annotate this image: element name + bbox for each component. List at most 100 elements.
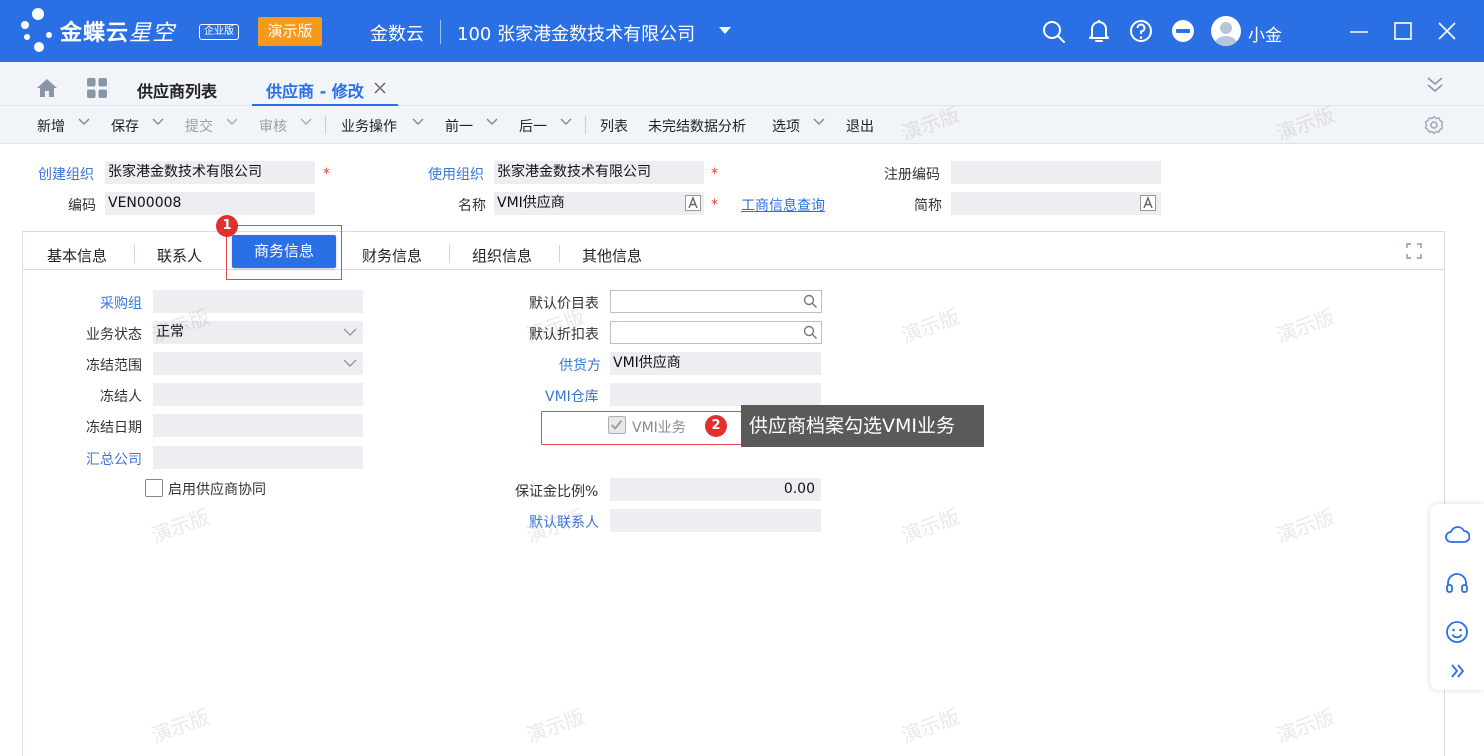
audit-button[interactable]: 审核: [259, 116, 287, 136]
step-badge-1: 1: [216, 215, 238, 237]
create-org-label: 创建组织: [38, 167, 94, 183]
tab-finance-info[interactable]: 财务信息: [362, 245, 422, 266]
options-button[interactable]: 选项: [772, 116, 800, 136]
next-button[interactable]: 后一: [519, 116, 547, 136]
enable-collab-checkbox[interactable]: [145, 479, 163, 497]
chevron-down-icon[interactable]: [226, 117, 238, 127]
supplier-field[interactable]: VMI供应商: [610, 352, 821, 375]
search-icon[interactable]: [803, 294, 818, 309]
tab-divider: [559, 245, 560, 263]
supplier-label: 供货方: [559, 358, 601, 374]
tab-other-info[interactable]: 其他信息: [582, 245, 642, 266]
more-icon[interactable]: [1170, 18, 1196, 44]
bell-icon[interactable]: [1086, 18, 1112, 44]
multilang-icon[interactable]: [1140, 195, 1156, 211]
chevron-down-icon[interactable]: [152, 117, 164, 127]
annotation-tooltip: 供应商档案勾选VMI业务: [741, 405, 984, 447]
purchase-group-label: 采购组: [100, 296, 142, 312]
chevron-down-icon[interactable]: [412, 117, 424, 127]
use-org-field[interactable]: 张家港金数技术有限公司: [494, 161, 704, 184]
business-status-label: 业务状态: [86, 327, 142, 343]
chevron-down-icon[interactable]: [560, 117, 572, 127]
summary-company-field[interactable]: [153, 446, 363, 469]
gear-icon[interactable]: [1424, 115, 1444, 135]
exit-button[interactable]: 退出: [846, 116, 874, 136]
close-window-icon[interactable]: [1434, 18, 1460, 44]
tab-basic-info[interactable]: 基本信息: [47, 245, 107, 266]
home-icon[interactable]: [36, 78, 58, 98]
apps-grid-icon[interactable]: [87, 78, 107, 98]
avatar[interactable]: [1211, 16, 1241, 46]
reg-code-label: 注册编码: [884, 167, 940, 183]
prev-button[interactable]: 前一: [445, 116, 473, 136]
tab-supplier-list[interactable]: 供应商列表: [137, 78, 217, 102]
submit-button[interactable]: 提交: [185, 116, 213, 136]
business-ops-button[interactable]: 业务操作: [341, 116, 397, 136]
default-discount-input[interactable]: [610, 321, 822, 344]
reg-code-field[interactable]: [951, 161, 1161, 184]
smile-icon[interactable]: [1444, 619, 1470, 645]
vmi-business-checkbox[interactable]: [608, 416, 626, 434]
step-badge-2: 2: [705, 415, 727, 437]
toolbar-divider: [585, 116, 586, 134]
tab-org-info[interactable]: 组织信息: [472, 245, 532, 266]
use-org-label: 使用组织: [428, 167, 484, 183]
chevron-down-icon[interactable]: [343, 327, 357, 337]
vmi-warehouse-field[interactable]: [610, 383, 821, 406]
company-selector[interactable]: 100 张家港金数技术有限公司: [457, 20, 695, 46]
freeze-scope-select[interactable]: [153, 352, 363, 375]
search-icon[interactable]: [803, 325, 818, 340]
help-icon[interactable]: [1128, 18, 1154, 44]
tab-contacts[interactable]: 联系人: [157, 245, 202, 266]
toolbar: 新增 保存 提交 审核 业务操作 前一 后一 列表 未完结数据分析 选项 退出: [0, 106, 1484, 144]
business-info-query-link[interactable]: 工商信息查询: [741, 195, 825, 215]
search-icon[interactable]: [1041, 18, 1067, 44]
username[interactable]: 小金: [1248, 21, 1282, 46]
page-tab-bar: 供应商列表 供应商 - 修改: [0, 62, 1484, 106]
multilang-icon[interactable]: [685, 195, 701, 211]
expand-icon[interactable]: [1406, 243, 1422, 259]
product-name[interactable]: 金数云: [370, 20, 424, 46]
tab-supplier-edit[interactable]: 供应商 - 修改: [266, 78, 364, 102]
default-price-list-input[interactable]: [610, 290, 822, 313]
double-chevron-down-icon[interactable]: [1425, 76, 1445, 94]
caret-down-icon[interactable]: [719, 27, 731, 34]
chevron-down-icon[interactable]: [343, 358, 357, 368]
cloud-icon[interactable]: [1444, 522, 1470, 548]
short-name-label: 简称: [914, 198, 942, 214]
freeze-scope-label: 冻结范围: [86, 358, 142, 374]
chevron-down-icon[interactable]: [486, 117, 498, 127]
chevron-down-icon[interactable]: [78, 117, 90, 127]
name-field[interactable]: VMI供应商: [494, 192, 704, 215]
close-tab-icon[interactable]: [374, 82, 386, 94]
deposit-ratio-label: 保证金比例%: [515, 484, 599, 500]
new-button[interactable]: 新增: [37, 116, 65, 136]
deposit-ratio-field[interactable]: 0.00: [610, 478, 821, 501]
chevron-down-icon[interactable]: [813, 117, 825, 127]
short-name-field[interactable]: [951, 192, 1161, 215]
tab-divider: [134, 245, 135, 263]
freezer-label: 冻结人: [100, 389, 142, 405]
demo-badge: 演示版: [258, 17, 322, 46]
tab-divider: [449, 245, 450, 263]
toolbar-divider: [325, 116, 326, 134]
create-org-field[interactable]: 张家港金数技术有限公司: [105, 161, 315, 184]
top-bar: 金蝶云星空 企业版 演示版 金数云 100 张家港金数技术有限公司 小金: [0, 0, 1484, 62]
freezer-field[interactable]: [153, 383, 363, 406]
code-label: 编码: [68, 198, 96, 214]
list-button[interactable]: 列表: [600, 116, 628, 136]
analysis-button[interactable]: 未完结数据分析: [648, 116, 746, 136]
default-contact-field[interactable]: [610, 509, 821, 532]
summary-company-label: 汇总公司: [86, 452, 142, 468]
required-mark: *: [323, 166, 330, 182]
maximize-icon[interactable]: [1390, 18, 1416, 44]
freeze-date-field[interactable]: [153, 414, 363, 437]
floating-side-bar: [1430, 504, 1484, 690]
minimize-icon[interactable]: [1346, 18, 1372, 44]
save-button[interactable]: 保存: [111, 116, 139, 136]
code-field[interactable]: VEN00008: [105, 192, 315, 215]
chevron-down-icon[interactable]: [300, 117, 312, 127]
headset-icon[interactable]: [1444, 570, 1470, 596]
enable-collab-label: 启用供应商协同: [168, 482, 266, 498]
double-chevron-right-icon[interactable]: [1444, 658, 1470, 684]
